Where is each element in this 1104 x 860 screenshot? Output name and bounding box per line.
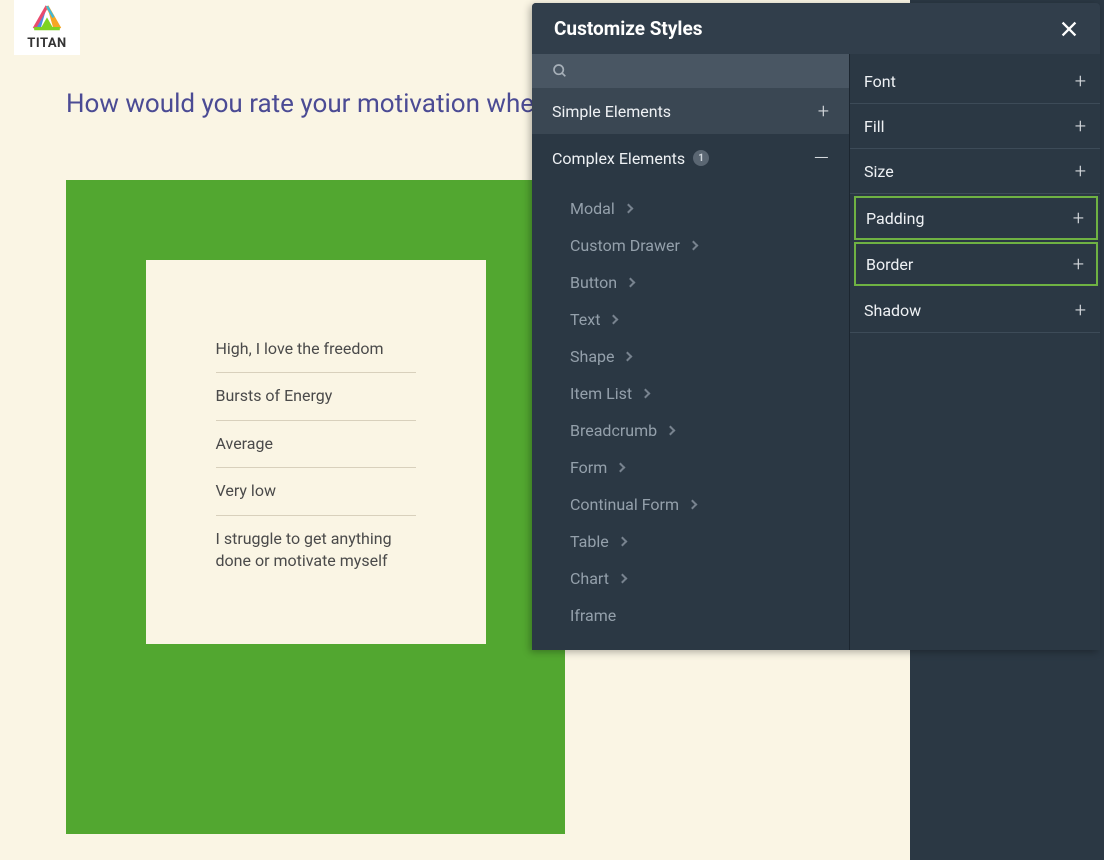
survey-option[interactable]: Bursts of Energy	[216, 373, 416, 420]
chevron-right-icon	[618, 574, 628, 584]
plus-icon: +	[1075, 161, 1086, 181]
element-item-chart[interactable]: Chart	[570, 560, 849, 597]
style-row-padding[interactable]: Padding +	[854, 196, 1098, 240]
element-item-modal[interactable]: Modal	[570, 190, 849, 227]
style-row-size[interactable]: Size +	[850, 149, 1100, 194]
chevron-right-icon	[688, 500, 698, 510]
style-row-font[interactable]: Font +	[850, 59, 1100, 104]
element-item-iframe[interactable]: Iframe	[570, 597, 849, 634]
chevron-right-icon	[688, 241, 698, 251]
chevron-right-icon	[617, 537, 627, 547]
search-row[interactable]	[532, 54, 849, 88]
survey-option[interactable]: Average	[216, 421, 416, 468]
customize-styles-panel: Customize Styles Simple Elements + Compl…	[532, 3, 1100, 650]
plus-icon: +	[1073, 254, 1084, 274]
complex-elements-list: Modal Custom Drawer Button Text Shape It…	[532, 182, 849, 650]
chevron-right-icon	[626, 278, 636, 288]
plus-icon: +	[1073, 208, 1084, 228]
style-properties-column: Font + Fill + Size + Padding + Border + …	[850, 54, 1100, 650]
section-complex-label: Complex Elements	[552, 149, 685, 168]
panel-body: Simple Elements + Complex Elements 1 — M…	[532, 54, 1100, 650]
element-item-continual-form[interactable]: Continual Form	[570, 486, 849, 523]
element-item-custom-drawer[interactable]: Custom Drawer	[570, 227, 849, 264]
element-item-table[interactable]: Table	[570, 523, 849, 560]
element-item-text[interactable]: Text	[570, 301, 849, 338]
titan-logo-icon	[31, 4, 63, 34]
panel-header: Customize Styles	[532, 3, 1100, 54]
chevron-right-icon	[641, 389, 651, 399]
style-row-shadow[interactable]: Shadow +	[850, 288, 1100, 333]
survey-item-container: High, I love the freedom Bursts of Energ…	[66, 180, 565, 834]
chevron-right-icon	[623, 352, 633, 362]
collapse-icon: —	[814, 148, 829, 168]
survey-option[interactable]: Very low	[216, 468, 416, 515]
elements-column: Simple Elements + Complex Elements 1 — M…	[532, 54, 850, 650]
plus-icon: +	[1075, 71, 1086, 91]
expand-icon: +	[818, 101, 829, 121]
section-complex-elements[interactable]: Complex Elements 1 —	[532, 135, 849, 182]
search-icon	[552, 63, 568, 79]
titan-logo: TITAN	[14, 0, 80, 55]
info-badge: 1	[693, 150, 709, 166]
style-row-border[interactable]: Border +	[854, 242, 1098, 286]
plus-icon: +	[1075, 116, 1086, 136]
panel-title: Customize Styles	[554, 17, 702, 40]
chevron-right-icon	[666, 426, 676, 436]
plus-icon: +	[1075, 300, 1086, 320]
survey-option[interactable]: High, I love the freedom	[216, 338, 416, 373]
close-icon[interactable]	[1058, 18, 1080, 40]
survey-option[interactable]: I struggle to get anything done or motiv…	[216, 516, 416, 585]
section-simple-label: Simple Elements	[552, 102, 671, 121]
element-item-item-list[interactable]: Item List	[570, 375, 849, 412]
element-item-breadcrumb[interactable]: Breadcrumb	[570, 412, 849, 449]
style-row-fill[interactable]: Fill +	[850, 104, 1100, 149]
survey-options-card: High, I love the freedom Bursts of Energ…	[146, 260, 486, 644]
chevron-right-icon	[616, 463, 626, 473]
element-item-form[interactable]: Form	[570, 449, 849, 486]
chevron-right-icon	[609, 315, 619, 325]
element-item-button[interactable]: Button	[570, 264, 849, 301]
titan-logo-text: TITAN	[27, 36, 66, 51]
chevron-right-icon	[623, 204, 633, 214]
section-simple-elements[interactable]: Simple Elements +	[532, 88, 849, 135]
element-item-shape[interactable]: Shape	[570, 338, 849, 375]
